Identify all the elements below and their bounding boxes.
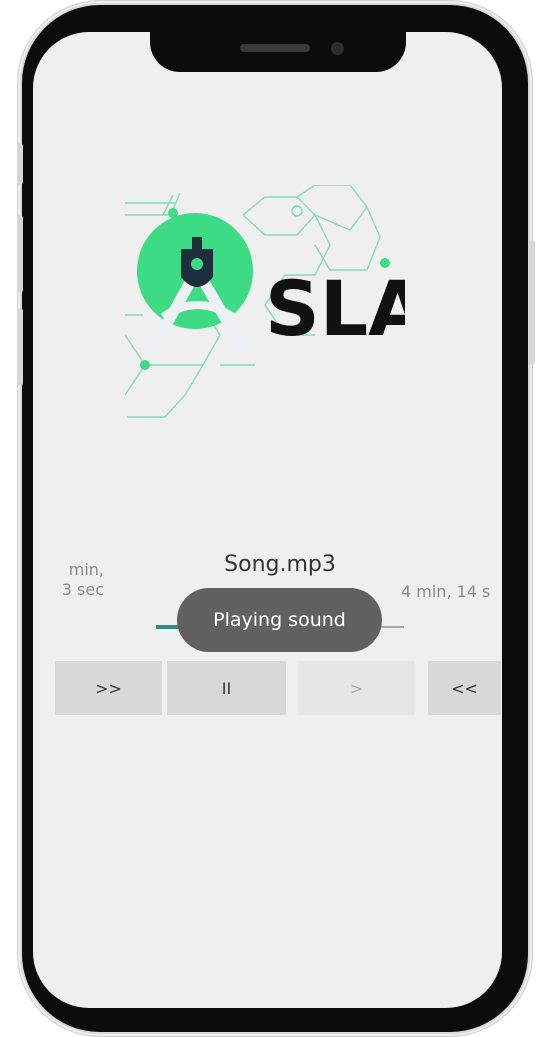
rewind-button[interactable]: << (428, 661, 501, 715)
side-button-power (529, 240, 535, 365)
phone-screen (33, 32, 502, 1008)
side-button-volume-down (17, 308, 23, 386)
app-logo: SLA (125, 185, 405, 418)
logo-text: SLA (265, 264, 405, 353)
speaker-grille (240, 44, 310, 52)
elapsed-time: min, 3 sec (24, 560, 104, 600)
notch (150, 32, 406, 72)
play-button[interactable]: > (298, 661, 415, 715)
pause-button[interactable]: II (167, 661, 286, 715)
forward-button[interactable]: >> (55, 661, 162, 715)
side-button-volume-up (17, 215, 23, 293)
front-camera (331, 42, 344, 55)
total-duration: 4 min, 14 s (401, 582, 491, 601)
elapsed-time-line2: 3 sec (61, 580, 104, 599)
elapsed-time-line1: min, (68, 560, 104, 579)
toast-message: Playing sound (177, 588, 382, 652)
side-button-silent (17, 143, 23, 185)
song-title: Song.mp3 (224, 552, 336, 577)
